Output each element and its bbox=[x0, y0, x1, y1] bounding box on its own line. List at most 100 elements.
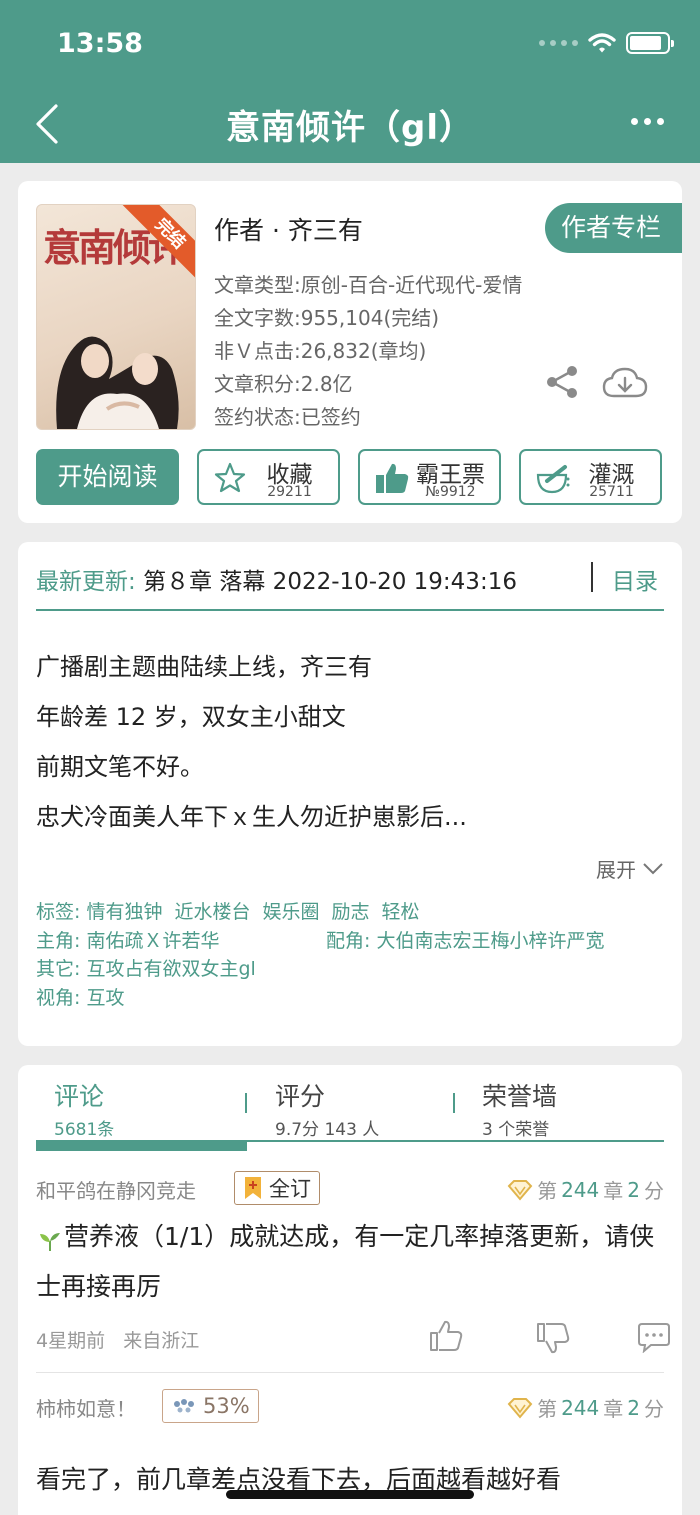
comment-time: 4星期前 bbox=[36, 1330, 106, 1352]
reply-icon[interactable] bbox=[637, 1321, 671, 1353]
lead-value[interactable]: 南佑疏Ｘ许若华 bbox=[86, 930, 219, 952]
diamond-icon bbox=[507, 1179, 533, 1201]
status-time: 13:58 bbox=[57, 28, 143, 59]
intro-line: 广播剧主题曲陆续上线，齐三有 bbox=[36, 653, 372, 681]
comment-user[interactable]: 柿柿如意！ bbox=[36, 1393, 136, 1422]
comment-score: 2 bbox=[627, 1177, 640, 1202]
tag-item[interactable]: 娱乐圈 bbox=[262, 901, 319, 923]
tab-label: 评论 bbox=[54, 1082, 105, 1111]
latest-update-value: 第８章 落幕 2022-10-20 19:43:16 bbox=[143, 569, 517, 595]
intro-line: 年龄差 12 岁，双女主小甜文 bbox=[36, 703, 346, 731]
status-indicators bbox=[539, 32, 674, 54]
view-value: 互攻 bbox=[86, 986, 125, 1009]
tag-item[interactable]: 情有独钟 bbox=[86, 901, 162, 923]
water-count: 25711 bbox=[589, 484, 634, 500]
score-suffix: 分 bbox=[644, 1397, 664, 1421]
other-label: 其它: bbox=[36, 958, 81, 980]
diamond-icon bbox=[507, 1397, 533, 1419]
tab-comments[interactable]: 评论 5681条 bbox=[54, 1077, 114, 1140]
comment-meta: 4星期前 来自浙江 bbox=[36, 1326, 199, 1353]
chapter-number: 244 bbox=[561, 1177, 600, 1202]
tab-sub: 5681条 bbox=[54, 1120, 115, 1140]
book-cover[interactable]: 意南倾许 完结 bbox=[36, 204, 196, 430]
wifi-icon bbox=[588, 33, 616, 53]
author-name[interactable]: 作者 · 齐三有 bbox=[214, 211, 363, 247]
collect-button[interactable]: 收藏 29211 bbox=[197, 449, 340, 505]
water-button[interactable]: 灌溉 25711 bbox=[519, 449, 662, 505]
intro-line: 忠犬冷面美人年下ｘ生人勿近护崽影后... bbox=[36, 803, 467, 831]
chapter-suffix: 章 bbox=[603, 1179, 624, 1203]
update-divider bbox=[36, 609, 664, 611]
signal-icon bbox=[539, 40, 578, 46]
tag-block: 标签: 情有独钟 近水楼台 娱乐圈 励志 轻松 主角: 南佑疏Ｘ许若华 配角: 大伯南志… bbox=[36, 898, 604, 1012]
badge-label: 53% bbox=[203, 1394, 250, 1418]
ticket-button[interactable]: 霸王票 №9912 bbox=[358, 449, 501, 505]
expand-button[interactable]: 展开 bbox=[596, 854, 664, 883]
cloud-dots-icon bbox=[174, 1399, 194, 1413]
chevron-down-icon bbox=[643, 862, 663, 874]
latest-update[interactable]: 最新更新: 第８章 落幕 2022-10-20 19:43:16 bbox=[36, 562, 517, 596]
toc-link[interactable]: 目录 bbox=[612, 562, 658, 596]
meta-clicks: 非Ｖ点击:26,832(章均) bbox=[214, 339, 427, 363]
meta-type: 文章类型:原创-百合-近代现代-爱情 bbox=[214, 273, 523, 297]
tab-label: 荣誉墙 bbox=[482, 1082, 558, 1111]
view-label: 视角: bbox=[36, 986, 81, 1009]
collect-count: 29211 bbox=[267, 484, 312, 500]
back-button[interactable] bbox=[30, 102, 70, 146]
page-title: 意南倾许（gl） bbox=[226, 108, 474, 148]
dislike-icon[interactable] bbox=[535, 1321, 571, 1355]
chapter-prefix: 第 bbox=[537, 1397, 558, 1421]
tab-rating[interactable]: 评分 9.7分 143 人 bbox=[275, 1077, 379, 1140]
battery-level bbox=[630, 36, 661, 50]
tag-item[interactable]: 励志 bbox=[332, 901, 370, 923]
tag-item[interactable]: 近水楼台 bbox=[174, 901, 250, 923]
book-info-card: 意南倾许 完结 作者 · 齐三有 作者专栏 文章类型:原创-百合-近代现代-爱情… bbox=[18, 181, 682, 523]
app-header: 13:58 意南倾许（gl） bbox=[0, 0, 700, 163]
book-intro: 广播剧主题曲陆续上线，齐三有 年龄差 12 岁，双女主小甜文 前期文笔不好。 忠… bbox=[36, 642, 467, 842]
chapter-suffix: 章 bbox=[603, 1397, 624, 1421]
comments-card: 评论 5681条 评分 9.7分 143 人 荣誉墙 3 个荣誉 和平鸽在静冈竞… bbox=[18, 1065, 682, 1515]
bookmark-icon bbox=[245, 1177, 261, 1199]
tab-label: 评分 bbox=[275, 1082, 326, 1111]
subscription-badge: 全订 bbox=[234, 1171, 320, 1205]
home-indicator bbox=[226, 1490, 474, 1499]
lead-label: 主角: bbox=[36, 929, 81, 952]
support-value[interactable]: 大伯南志宏王梅小梓许严宽 bbox=[376, 930, 604, 952]
ticket-count: №9912 bbox=[425, 484, 476, 500]
tab-separator bbox=[245, 1093, 247, 1113]
tab-separator bbox=[453, 1093, 455, 1113]
meta-contract: 签约状态:已签约 bbox=[214, 405, 361, 429]
expand-label: 展开 bbox=[596, 858, 636, 882]
tab-sub: 3 个荣誉 bbox=[482, 1120, 550, 1140]
toc-separator bbox=[591, 562, 593, 592]
book-actions: 开始阅读 收藏 29211 霸王票 №9912 灌溉 25711 bbox=[36, 449, 662, 505]
support-label: 配角: bbox=[326, 929, 371, 952]
progress-badge: 53% bbox=[162, 1389, 259, 1423]
share-icon[interactable] bbox=[545, 364, 579, 400]
chapter-prefix: 第 bbox=[537, 1179, 558, 1203]
book-meta: 文章类型:原创-百合-近代现代-爱情 全文字数:955,104(完结) 非Ｖ点击… bbox=[214, 269, 522, 434]
download-icon[interactable] bbox=[602, 366, 648, 400]
intro-line: 前期文笔不好。 bbox=[36, 753, 204, 781]
comment-chapter: 第 244 章 2分 bbox=[507, 1393, 664, 1422]
other-value: 互攻占有欲双女主gl bbox=[86, 958, 256, 980]
chapter-number: 244 bbox=[561, 1395, 600, 1420]
tab-active-indicator bbox=[36, 1142, 247, 1151]
like-icon[interactable] bbox=[428, 1319, 464, 1353]
more-button[interactable] bbox=[631, 118, 664, 125]
badge-label: 全订 bbox=[269, 1177, 311, 1201]
tags-label: 标签: bbox=[36, 901, 81, 923]
comment-user[interactable]: 和平鸽在静冈竞走 bbox=[36, 1175, 196, 1204]
comment-chapter: 第 244 章 2分 bbox=[507, 1175, 664, 1204]
author-column-button[interactable]: 作者专栏 bbox=[545, 203, 682, 253]
tab-sub: 9.7分 143 人 bbox=[275, 1120, 380, 1140]
comment-text: 营养液（1/1）成就达成，有一定几率掉落更新，请侠士再接再厉 bbox=[36, 1222, 655, 1301]
tab-honor-wall[interactable]: 荣誉墙 3 个荣誉 bbox=[482, 1077, 557, 1140]
intro-card: 最新更新: 第８章 落幕 2022-10-20 19:43:16 目录 广播剧主… bbox=[18, 542, 682, 1046]
start-reading-button[interactable]: 开始阅读 bbox=[36, 449, 179, 505]
meta-word-count: 全文字数:955,104(完结) bbox=[214, 306, 440, 330]
score-suffix: 分 bbox=[644, 1179, 664, 1203]
tag-item[interactable]: 轻松 bbox=[382, 901, 420, 923]
meta-score: 文章积分:2.8亿 bbox=[214, 372, 353, 396]
comment-score: 2 bbox=[627, 1395, 640, 1420]
